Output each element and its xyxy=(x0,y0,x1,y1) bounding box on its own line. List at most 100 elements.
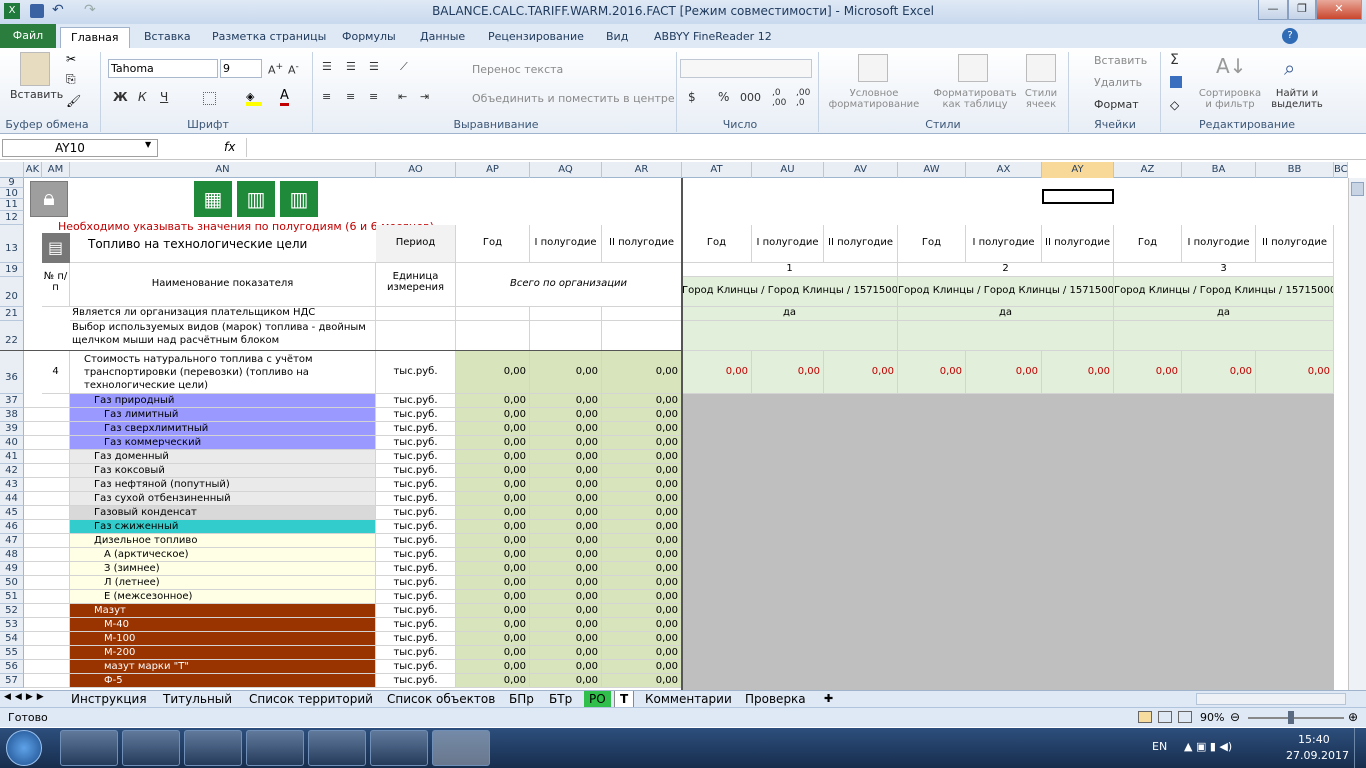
value-cell[interactable]: 0,00 xyxy=(602,646,682,660)
clear-icon[interactable]: ◇ xyxy=(1170,98,1179,112)
outlook-icon[interactable] xyxy=(246,730,304,766)
excel-taskbar-icon[interactable] xyxy=(432,730,490,766)
empty-cell[interactable] xyxy=(24,506,70,520)
column-header[interactable]: AO xyxy=(376,162,456,178)
column-header[interactable]: AZ xyxy=(1114,162,1182,178)
tab-insert[interactable]: Вставка xyxy=(134,27,201,48)
value-cell[interactable]: 0,00 xyxy=(530,562,602,576)
tab-abbyy[interactable]: ABBYY FineReader 12 xyxy=(644,27,782,48)
orientation-icon[interactable]: ⟋ xyxy=(400,60,408,74)
column-header[interactable]: AQ xyxy=(530,162,602,178)
value-cell[interactable]: 0,00 xyxy=(456,604,530,618)
empty-cell[interactable] xyxy=(456,321,530,351)
align-left-icon[interactable]: ≡ xyxy=(322,90,331,103)
horizontal-scrollbar[interactable] xyxy=(1196,693,1346,705)
row-header[interactable]: 45 xyxy=(0,506,24,520)
delete-cells-button[interactable]: Удалить xyxy=(1094,76,1142,89)
tray-icons[interactable]: ▲ ▣ ▮ ◀) xyxy=(1184,740,1232,753)
value-cell[interactable]: 0,00 xyxy=(602,632,682,646)
row-header[interactable]: 48 xyxy=(0,548,24,562)
vertical-scrollbar[interactable] xyxy=(1348,178,1366,690)
value-cell[interactable]: 0,00 xyxy=(602,351,682,394)
calendar-half-2-icon[interactable]: ▥ xyxy=(280,181,318,217)
sheet-tab[interactable]: Проверка xyxy=(740,691,811,708)
decrease-decimal-icon[interactable]: ,00,0 xyxy=(796,88,810,108)
start-button[interactable] xyxy=(6,730,42,766)
value-cell[interactable]: 0,00 xyxy=(456,436,530,450)
value-cell[interactable]: 0,00 xyxy=(530,478,602,492)
value-cell[interactable]: 0,00 xyxy=(456,674,530,688)
conditional-format-button[interactable]: Условное форматирование xyxy=(826,88,922,110)
language-indicator[interactable]: EN xyxy=(1152,740,1167,753)
row-header[interactable]: 12 xyxy=(0,211,24,225)
zoom-out-icon[interactable]: ⊖ xyxy=(1230,710,1240,724)
value-cell[interactable]: 0,00 xyxy=(602,422,682,436)
select-all-corner[interactable] xyxy=(0,162,24,178)
group-fuel-select[interactable] xyxy=(898,321,1114,351)
sheet-tab[interactable]: Список территорий xyxy=(244,691,378,708)
row-header[interactable]: 36 xyxy=(0,351,24,394)
row-header[interactable]: 56 xyxy=(0,660,24,674)
column-header[interactable]: AT xyxy=(682,162,752,178)
printer-icon[interactable]: ▤ xyxy=(42,233,70,263)
column-header[interactable]: AU xyxy=(752,162,824,178)
calendar-half-1-icon[interactable]: ▥ xyxy=(237,181,275,217)
value-cell[interactable]: 0,00 xyxy=(530,618,602,632)
minimize-button[interactable]: — xyxy=(1258,0,1288,20)
row-header[interactable]: 20 xyxy=(0,277,24,307)
empty-cell[interactable] xyxy=(456,307,530,321)
find-select-icon[interactable]: ⌕ xyxy=(1284,56,1295,80)
tab-view[interactable]: Вид xyxy=(596,27,638,48)
value-cell[interactable]: 0,00 xyxy=(602,674,682,688)
value-cell[interactable]: 0,00 xyxy=(898,351,966,394)
value-cell[interactable]: 0,00 xyxy=(456,464,530,478)
sheet-tab[interactable]: Титульный xyxy=(158,691,237,708)
insert-sheet-icon[interactable]: ✚ xyxy=(824,692,833,705)
column-header[interactable]: AN xyxy=(70,162,376,178)
row-header[interactable]: 53 xyxy=(0,618,24,632)
empty-cell[interactable] xyxy=(24,604,70,618)
value-cell[interactable]: 0,00 xyxy=(530,464,602,478)
row-header[interactable]: 9 xyxy=(0,178,24,188)
column-header[interactable]: AW xyxy=(898,162,966,178)
value-cell[interactable]: 0,00 xyxy=(1182,351,1256,394)
empty-cell[interactable] xyxy=(24,478,70,492)
value-cell[interactable]: 0,00 xyxy=(602,394,682,408)
increase-indent-icon[interactable]: ⇥ xyxy=(420,90,429,103)
selected-cell[interactable] xyxy=(1042,189,1114,204)
sort-filter-icon[interactable]: A↓ xyxy=(1216,54,1246,78)
maximize-button[interactable]: ❐ xyxy=(1288,0,1316,20)
value-cell[interactable]: 0,00 xyxy=(456,351,530,394)
paste-button[interactable]: Вставить xyxy=(10,88,63,101)
currency-button[interactable]: $ xyxy=(688,90,696,104)
empty-cell[interactable] xyxy=(24,464,70,478)
value-cell[interactable]: 0,00 xyxy=(456,492,530,506)
fill-color-icon[interactable]: ◈ xyxy=(246,90,262,106)
value-cell[interactable]: 0,00 xyxy=(1256,351,1334,394)
empty-cell[interactable] xyxy=(24,632,70,646)
row-header[interactable]: 19 xyxy=(0,263,24,277)
row-header[interactable]: 50 xyxy=(0,576,24,590)
italic-button[interactable]: К xyxy=(138,90,147,104)
column-header[interactable]: AR xyxy=(602,162,682,178)
value-cell[interactable]: 0,00 xyxy=(530,548,602,562)
value-cell[interactable]: 0,00 xyxy=(456,394,530,408)
media-player-icon[interactable] xyxy=(184,730,242,766)
paste-icon[interactable] xyxy=(20,52,50,86)
tab-data[interactable]: Данные xyxy=(410,27,475,48)
value-cell[interactable]: 0,00 xyxy=(602,590,682,604)
sheet-tab[interactable]: Список объектов xyxy=(382,691,500,708)
column-header[interactable]: BA xyxy=(1182,162,1256,178)
row-header[interactable]: 40 xyxy=(0,436,24,450)
sheet-tab[interactable]: Т xyxy=(614,691,635,708)
tab-nav-icon[interactable]: ◀◀▶▶ xyxy=(4,692,48,702)
close-button[interactable]: ✕ xyxy=(1316,0,1362,20)
value-cell[interactable]: 0,00 xyxy=(530,674,602,688)
page-break-view-icon[interactable] xyxy=(1178,711,1192,723)
fill-icon[interactable] xyxy=(1170,76,1182,88)
value-cell[interactable]: 0,00 xyxy=(530,450,602,464)
clock-time[interactable]: 15:40 xyxy=(1298,733,1330,746)
word-icon[interactable] xyxy=(308,730,366,766)
row-header[interactable]: 37 xyxy=(0,394,24,408)
grow-font-icon[interactable]: A+ xyxy=(268,61,283,77)
